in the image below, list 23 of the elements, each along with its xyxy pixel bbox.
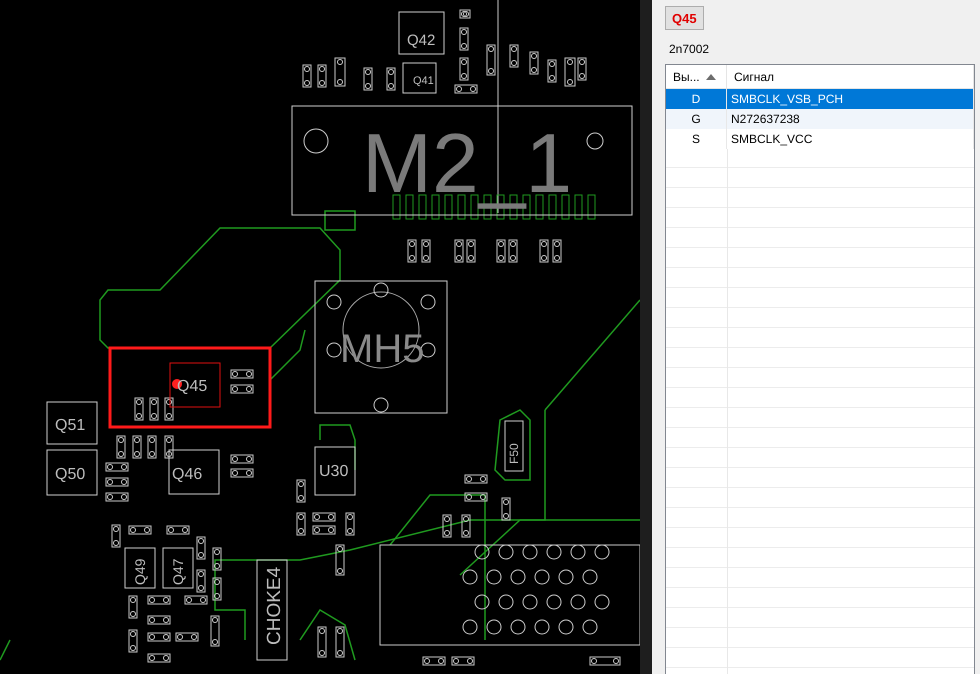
splitter-bar[interactable] — [640, 0, 652, 674]
component-footprint[interactable]: Q50 — [46, 450, 98, 496]
part-name-button[interactable]: Q45 — [665, 6, 704, 30]
signal-cell: SMBCLK_VCC — [727, 129, 974, 149]
component-footprint[interactable]: Q47 — [162, 548, 194, 588]
component-footprint[interactable]: Q42 — [398, 12, 444, 54]
pin-cell: S — [666, 129, 727, 149]
sort-ascending-icon — [706, 74, 716, 80]
component-footprint[interactable]: U30 — [314, 446, 356, 496]
component-footprint[interactable]: Q41 — [402, 62, 436, 94]
component-footprint[interactable]: CHOKE4 — [256, 560, 288, 660]
component-footprint[interactable]: Q46 — [168, 450, 220, 494]
component-footprint[interactable]: F50 — [504, 420, 524, 472]
column-header[interactable]: Вы... — [666, 65, 727, 88]
component-footprint[interactable]: Q51 — [46, 402, 98, 444]
column-header[interactable]: Сигнал — [727, 65, 974, 88]
column-title: Вы... — [673, 70, 700, 84]
table-row[interactable]: D SMBCLK_VSB_PCH — [666, 89, 974, 109]
component-footprint[interactable]: Q45 — [170, 362, 220, 408]
part-type-label: 2n7002 — [669, 42, 710, 56]
component-footprint[interactable]: Q49 — [124, 548, 156, 588]
table-row[interactable]: S SMBCLK_VCC — [666, 129, 974, 149]
table-row[interactable]: G N272637238 — [666, 109, 974, 129]
